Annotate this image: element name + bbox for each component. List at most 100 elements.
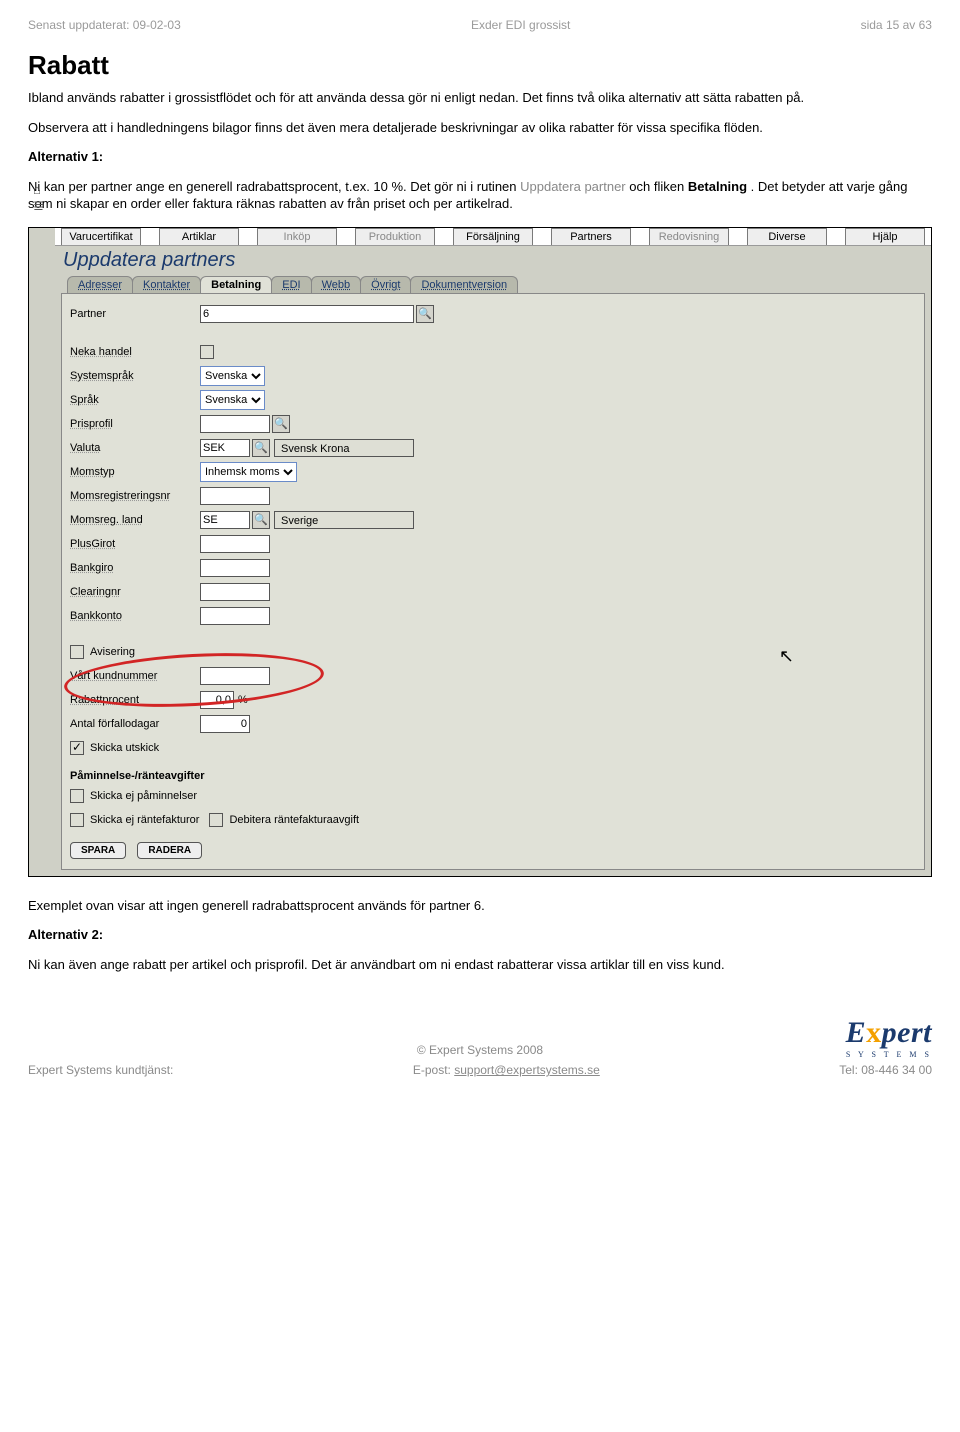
doc-footer: Expert S Y S T E M S © Expert Systems 20… — [28, 1043, 932, 1077]
app-window: ⌂ ≣ VarucertifikatArtiklarInköpProduktio… — [28, 227, 932, 877]
logo-pert: pert — [882, 1016, 932, 1049]
alt1-text-a: Ni kan per partner ange en generell radr… — [28, 179, 520, 194]
partner-label: Partner — [70, 308, 200, 320]
remind3-label: Debitera räntefakturaavgift — [229, 814, 359, 826]
rabatt-input[interactable] — [200, 691, 234, 709]
main-menu-bar: Varucertifikat Artiklar Inköp Produktion För… — [55, 228, 931, 246]
momsreg-label: Momsregistreringsnr — [70, 490, 200, 502]
list-icon[interactable]: ≣ — [33, 198, 44, 214]
kundnr-label: Vårt kundnummer — [70, 670, 200, 682]
subtab-adresser[interactable]: Adresser — [67, 276, 133, 293]
bankkonto-label: Bankkonto — [70, 610, 200, 622]
footer-left: Expert Systems kundtjänst: — [28, 1063, 173, 1077]
momsreg-input[interactable] — [200, 487, 270, 505]
footer-right: Tel: 08-446 34 00 — [839, 1063, 932, 1077]
menu-item-varucertifikat[interactable]: Varucertifikat — [61, 228, 141, 245]
header-updated: Senast uppdaterat: 09-02-03 — [28, 18, 181, 32]
subtab-dokumentversion[interactable]: Dokumentversion — [410, 276, 518, 293]
prisprofil-search-icon[interactable]: 🔍 — [272, 415, 290, 433]
subtab-bar: AdresserKontakterBetalningEDIWebbÖvrigtD… — [61, 276, 931, 293]
footer-copyright: © Expert Systems 2008 — [28, 1043, 932, 1057]
screen-title: Uppdatera partners — [55, 246, 931, 276]
paragraph-intro: Ibland används rabatter i grossistflödet… — [28, 89, 932, 107]
subtab-edi[interactable]: EDI — [271, 276, 311, 293]
header-page: sida 15 av 63 — [861, 18, 932, 32]
lang-label: Språk — [70, 394, 200, 406]
form-panel: Partner 🔍 Neka handel Systemspråk Svensk… — [61, 293, 925, 870]
forfallo-label: Antal förfallodagar — [70, 718, 200, 730]
menu-item-partners[interactable]: Partners — [551, 228, 631, 245]
logo-x: x — [866, 1016, 882, 1049]
prisprofil-input[interactable] — [200, 415, 270, 433]
logo-e: E — [846, 1016, 867, 1049]
clearing-label: Clearingnr — [70, 586, 200, 598]
avisering-checkbox[interactable] — [70, 645, 84, 659]
avisering-label: Avisering — [90, 646, 135, 658]
momstyp-select[interactable]: Inhemsk moms — [200, 462, 297, 482]
bankgiro-label: Bankgiro — [70, 562, 200, 574]
subtab-övrigt[interactable]: Övrigt — [360, 276, 411, 293]
bankgiro-input[interactable] — [200, 559, 270, 577]
button-bar: SPARA RADERA — [70, 842, 916, 859]
clearing-input[interactable] — [200, 583, 270, 601]
neka-label: Neka handel — [70, 346, 200, 358]
expert-logo: Expert S Y S T E M S — [846, 1016, 932, 1059]
forfallo-input[interactable] — [200, 715, 250, 733]
menu-item-redovisning[interactable]: Redovisning — [649, 228, 729, 245]
menu-item-försäljning[interactable]: Försäljning — [453, 228, 533, 245]
rabatt-unit: % — [238, 694, 248, 706]
remind2-checkbox[interactable] — [70, 813, 84, 827]
neka-checkbox[interactable] — [200, 345, 214, 359]
valuta-input[interactable] — [200, 439, 250, 457]
home-icon[interactable]: ⌂ — [33, 182, 44, 198]
menu-item-artiklar[interactable]: Artiklar — [159, 228, 239, 245]
delete-button[interactable]: RADERA — [137, 842, 202, 859]
momstyp-label: Momstyp — [70, 466, 200, 478]
momsland-input[interactable] — [200, 511, 250, 529]
paragraph-alt1: Ni kan per partner ange en generell radr… — [28, 178, 932, 213]
remind1-checkbox[interactable] — [70, 789, 84, 803]
valuta-label: Valuta — [70, 442, 200, 454]
utskick-label: Skicka utskick — [90, 742, 159, 754]
momsland-name: Sverige — [274, 511, 414, 529]
plusgirot-input[interactable] — [200, 535, 270, 553]
subtab-betalning[interactable]: Betalning — [200, 276, 272, 293]
sidebar-icons: ⌂ ≣ — [33, 182, 44, 214]
partner-search-icon[interactable]: 🔍 — [416, 305, 434, 323]
alt1-heading: Alternativ 1: — [28, 148, 932, 166]
remind1-label: Skicka ej påminnelser — [90, 790, 197, 802]
alt1-routine-link: Uppdatera partner — [520, 179, 626, 194]
momsland-search-icon[interactable]: 🔍 — [252, 511, 270, 529]
valuta-search-icon[interactable]: 🔍 — [252, 439, 270, 457]
alt1-tab-name: Betalning — [688, 179, 747, 194]
save-button[interactable]: SPARA — [70, 842, 126, 859]
rabatt-label: Rabattprocent — [70, 694, 200, 706]
paragraph-after2: Ni kan även ange rabatt per artikel och … — [28, 956, 932, 974]
remind3-checkbox[interactable] — [209, 813, 223, 827]
reminder-heading: Påminnelse-/ränteavgifter — [70, 770, 916, 782]
paragraph-note: Observera att i handledningens bilagor f… — [28, 119, 932, 137]
lang-select[interactable]: Svenska — [200, 390, 265, 410]
alt2-heading: Alternativ 2: — [28, 926, 932, 944]
momsland-label: Momsreg. land — [70, 514, 200, 526]
subtab-kontakter[interactable]: Kontakter — [132, 276, 201, 293]
kundnr-input[interactable] — [200, 667, 270, 685]
doc-header: Senast uppdaterat: 09-02-03 Exder EDI gr… — [28, 18, 932, 32]
menu-item-inköp[interactable]: Inköp — [257, 228, 337, 245]
utskick-checkbox[interactable] — [70, 741, 84, 755]
syslang-select[interactable]: Svenska — [200, 366, 265, 386]
partner-input[interactable] — [200, 305, 414, 323]
header-title: Exder EDI grossist — [471, 18, 570, 32]
syslang-label: Systemspråk — [70, 370, 200, 382]
menu-item-produktion[interactable]: Produktion — [355, 228, 435, 245]
footer-email-link[interactable]: support@expertsystems.se — [454, 1063, 600, 1077]
menu-item-hjälp[interactable]: Hjälp — [845, 228, 925, 245]
bankkonto-input[interactable] — [200, 607, 270, 625]
valuta-name: Svensk Krona — [274, 439, 414, 457]
footer-mid: E-post: support@expertsystems.se — [413, 1063, 600, 1077]
menu-item-diverse[interactable]: Diverse — [747, 228, 827, 245]
remind2-label: Skicka ej räntefakturor — [90, 814, 199, 826]
subtab-webb[interactable]: Webb — [311, 276, 362, 293]
logo-sub: S Y S T E M S — [846, 1050, 932, 1059]
footer-mid-prefix: E-post: — [413, 1063, 454, 1077]
